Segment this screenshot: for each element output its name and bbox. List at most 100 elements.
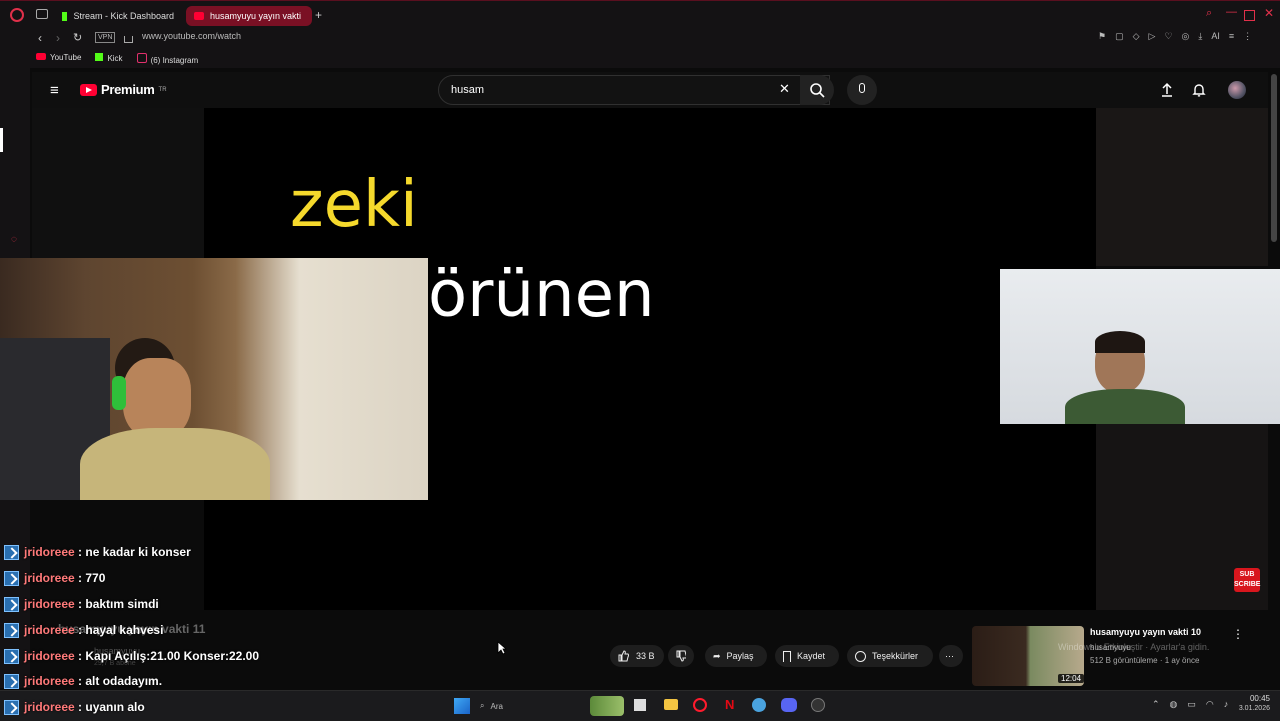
download-icon[interactable]: ⤓ xyxy=(1198,31,1202,42)
save-button[interactable]: Kaydet xyxy=(775,645,839,667)
taskbar-clock[interactable]: 00:45 xyxy=(1232,694,1270,703)
chat-text: alt odadayım. xyxy=(85,674,163,688)
kick-icon xyxy=(95,53,104,61)
like-button[interactable]: 33 B xyxy=(610,645,664,667)
sidebar-indicator xyxy=(0,128,3,152)
ai-button[interactable]: AI xyxy=(1211,31,1220,42)
file-explorer-icon[interactable] xyxy=(664,699,678,710)
vpn-badge[interactable]: VPN xyxy=(95,32,116,43)
instagram-icon xyxy=(136,53,147,63)
workspaces-icon[interactable] xyxy=(36,9,48,19)
tab-kick-dashboard[interactable]: Stream - Kick Dashboard xyxy=(54,6,182,26)
taskbar-date[interactable]: 3.01.2026 xyxy=(1226,705,1270,712)
youtube-favicon-icon xyxy=(194,12,204,20)
logo-text: Premium xyxy=(101,82,155,97)
new-tab-icon[interactable]: + xyxy=(315,8,322,22)
tray-chevron-icon[interactable]: ⌃ xyxy=(1152,699,1160,710)
bookmark-page-icon[interactable]: ⚑ xyxy=(1098,31,1106,42)
close-window-icon[interactable]: ✕ xyxy=(1264,6,1274,20)
bookmark-youtube[interactable]: YouTube xyxy=(36,53,81,65)
app-icon[interactable] xyxy=(752,698,766,712)
tab-youtube-active[interactable]: husamyuyu yayın vakti xyxy=(186,6,312,26)
youtube-logo-icon xyxy=(80,83,97,96)
headphone xyxy=(112,376,126,410)
task-view-icon[interactable] xyxy=(634,699,646,711)
more-vert-icon[interactable]: ⋮ xyxy=(1243,31,1252,42)
taskbar-search[interactable]: ⌕ Ara xyxy=(480,696,524,716)
chat-username: jridoreee xyxy=(24,545,75,559)
save-label: Kaydet xyxy=(797,651,826,661)
search-tabs-icon[interactable]: ⌕ xyxy=(1206,7,1212,20)
dislike-button[interactable] xyxy=(668,645,694,667)
share-icon: ➦ xyxy=(713,650,721,661)
bookmark-kick[interactable]: Kick xyxy=(95,53,123,65)
tab-label: husamyuyu yayın vakti xyxy=(210,11,302,21)
tray-display-icon[interactable]: ▭ xyxy=(1187,699,1196,710)
chat-badge-icon xyxy=(4,648,19,664)
recommended-meta: 512 B görüntüleme · 1 ay önce xyxy=(1090,656,1200,665)
share-button[interactable]: ➦ Paylaş xyxy=(705,645,767,667)
heart-icon[interactable]: ♡ xyxy=(1164,31,1172,42)
clear-search-icon[interactable]: ✕ xyxy=(779,81,790,97)
sidebar-settings-icon[interactable]: ◌ xyxy=(11,234,17,245)
forward-icon[interactable]: › xyxy=(56,31,60,45)
snapshot-icon[interactable]: ▢ xyxy=(1115,31,1124,42)
browser-tab-bar: Stream - Kick Dashboard husamyuyu yayın … xyxy=(0,0,1280,29)
more-actions-icon: ⋯ xyxy=(945,650,954,661)
windows-start-icon[interactable] xyxy=(454,698,470,714)
search-icon xyxy=(810,83,825,98)
chat-message: jridoreee : uyanın alo xyxy=(4,696,145,718)
lock-icon xyxy=(124,36,133,43)
tray-mic-icon[interactable]: ◍ xyxy=(1170,699,1178,710)
tray-wifi-icon[interactable]: ◠ xyxy=(1206,699,1214,710)
opera-gx-taskbar-icon[interactable] xyxy=(693,698,707,712)
shield-icon[interactable]: ◇ xyxy=(1133,31,1140,42)
discord-icon[interactable] xyxy=(781,698,797,712)
like-count: 33 B xyxy=(636,651,655,661)
guest-shirt xyxy=(1065,389,1185,424)
subscribe-badge[interactable]: SUB SCRIBE xyxy=(1234,568,1260,592)
menu-icon[interactable]: ≡ xyxy=(1229,31,1234,42)
play-icon[interactable]: ▷ xyxy=(1149,31,1156,42)
more-actions-button[interactable]: ⋯ xyxy=(939,645,963,667)
chat-message: jridoreee : alt odadayım. xyxy=(4,670,162,692)
mouse-cursor-icon xyxy=(497,641,507,655)
widgets-icon[interactable] xyxy=(590,696,624,716)
opera-logo-icon[interactable] xyxy=(10,8,24,22)
reload-icon[interactable]: ↻ xyxy=(73,31,82,44)
super-thanks-icon xyxy=(855,650,866,662)
recommended-title[interactable]: husamyuyu yayın vakti 10 xyxy=(1090,627,1201,637)
upload-icon[interactable] xyxy=(1160,82,1174,98)
account-avatar[interactable] xyxy=(1228,81,1246,99)
voice-search-button[interactable] xyxy=(847,75,877,105)
recommended-thumbnail[interactable]: 12:04 xyxy=(972,626,1084,686)
right-gutter-top xyxy=(1096,108,1268,266)
search-input[interactable]: husam xyxy=(451,84,484,96)
netflix-icon[interactable]: N xyxy=(725,697,734,712)
microphone-icon xyxy=(859,83,865,93)
search-box[interactable]: husam ✕ xyxy=(438,75,830,105)
hamburger-menu-icon[interactable]: ≡ xyxy=(50,82,59,99)
maximize-icon[interactable] xyxy=(1244,10,1255,21)
chat-text: ne kadar ki konser xyxy=(85,545,191,559)
url-text[interactable]: www.youtube.com/watch xyxy=(142,31,241,41)
streamer-webcam xyxy=(0,258,428,500)
address-bar-row: ‹ › ↻ VPN www.youtube.com/watch ⚑ ▢ ◇ ▷ … xyxy=(0,28,1280,50)
back-icon[interactable]: ‹ xyxy=(38,31,42,45)
recommended-menu-icon[interactable]: ⋮ xyxy=(1232,627,1244,641)
chat-badge-icon xyxy=(4,673,19,689)
notifications-bell-icon[interactable] xyxy=(1192,82,1206,98)
page-scrollbar[interactable] xyxy=(1271,74,1277,242)
left-gutter xyxy=(32,108,204,258)
search-button[interactable] xyxy=(800,75,834,105)
obs-icon[interactable] xyxy=(811,698,825,712)
chat-badge-icon xyxy=(4,596,19,612)
chat-message: jridoreee : ne kadar ki konser xyxy=(4,541,191,563)
youtube-premium-logo[interactable]: Premium TR xyxy=(80,82,167,97)
region-code: TR xyxy=(158,86,167,93)
minimize-icon[interactable]: — xyxy=(1226,6,1237,18)
thanks-button[interactable]: Teşekkürler xyxy=(847,645,933,667)
video-overlay-text-1: zeki xyxy=(290,168,418,242)
profile-icon[interactable]: ◎ xyxy=(1182,31,1190,42)
bookmark-instagram[interactable]: (6) Instagram xyxy=(136,53,198,65)
